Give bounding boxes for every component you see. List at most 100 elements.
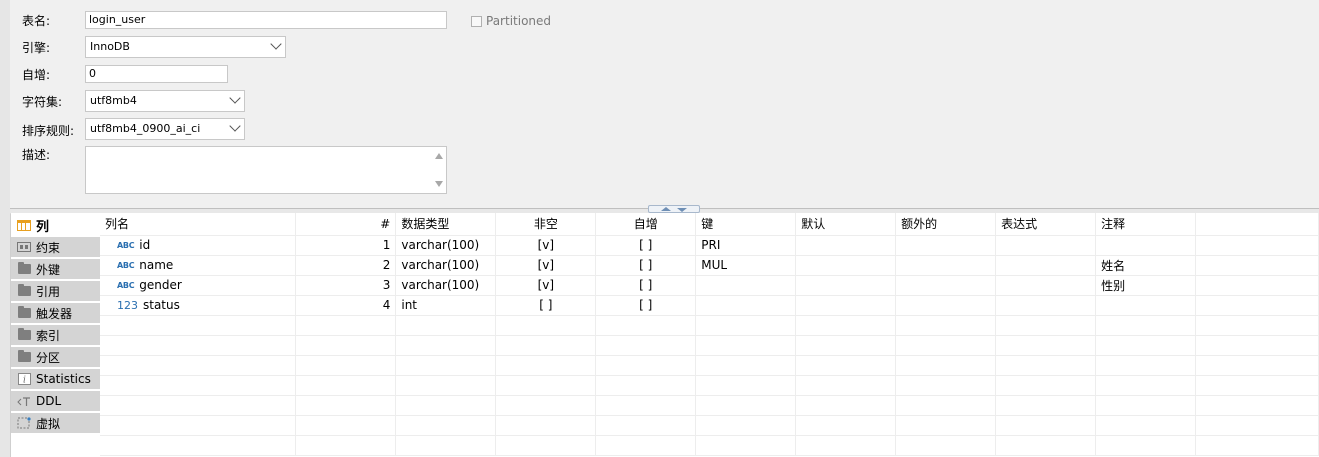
partitioned-checkbox-box[interactable] <box>471 15 482 27</box>
empty-cell <box>695 435 797 456</box>
header-default[interactable]: 默认 <box>795 213 897 236</box>
cell-data-type[interactable]: varchar(100) <box>395 235 497 256</box>
empty-cell <box>795 335 897 356</box>
charset-value: utf8mb4 <box>90 94 137 107</box>
cell-auto-increment[interactable]: [ ] <box>595 295 697 316</box>
cell-extra[interactable] <box>895 295 997 316</box>
empty-cell <box>1095 375 1197 396</box>
cell-default[interactable] <box>795 275 897 296</box>
cell-not-null[interactable]: [v] <box>495 235 597 256</box>
cell-column-name[interactable]: ABC id <box>100 235 297 256</box>
scroll-up-icon[interactable] <box>435 153 443 159</box>
collapse-up-icon[interactable] <box>661 207 671 211</box>
cell-auto-increment[interactable]: [ ] <box>595 275 697 296</box>
empty-row <box>100 435 1319 456</box>
info-icon: i <box>17 373 31 385</box>
cell-expression[interactable] <box>995 255 1097 276</box>
cell-key[interactable]: PRI <box>695 235 797 256</box>
description-textarea[interactable] <box>85 146 447 194</box>
empty-cell <box>895 315 997 336</box>
scroll-down-icon[interactable] <box>435 181 443 187</box>
table-name-input[interactable]: login_user <box>85 11 447 29</box>
charset-select[interactable]: utf8mb4 <box>85 90 245 112</box>
partitioned-checkbox[interactable]: Partitioned <box>471 14 551 28</box>
tab-virtual[interactable]: 虚拟 <box>11 413 100 433</box>
empty-cell <box>795 395 897 416</box>
header-not-null[interactable]: 非空 <box>495 213 597 236</box>
cell-column-name[interactable]: 123 status <box>100 295 297 316</box>
header-extra[interactable]: 额外的 <box>895 213 997 236</box>
empty-cell <box>795 355 897 376</box>
column-name: id <box>139 238 151 252</box>
cell-extra[interactable] <box>895 275 997 296</box>
cell-auto-increment[interactable]: [ ] <box>595 255 697 276</box>
empty-cell <box>1195 355 1319 376</box>
cell-column-name[interactable]: ABC gender <box>100 275 297 296</box>
cell-auto-increment[interactable]: [ ] <box>595 235 697 256</box>
table-row[interactable]: ABC name 2 varchar(100) [v][ ] MUL 姓名 <box>100 255 1319 276</box>
cell-extra[interactable] <box>895 255 997 276</box>
tab-partitions[interactable]: 分区 <box>11 347 100 367</box>
cell-not-null[interactable]: [v] <box>495 275 597 296</box>
header-auto-increment[interactable]: 自增 <box>595 213 697 236</box>
cell-not-null[interactable]: [v] <box>495 255 597 276</box>
cell-key[interactable]: MUL <box>695 255 797 276</box>
header-ordinal[interactable]: # <box>295 213 397 236</box>
header-data-type[interactable]: 数据类型 <box>395 213 497 236</box>
empty-cell <box>100 335 297 356</box>
cell-extra[interactable] <box>895 235 997 256</box>
cell-data-type[interactable]: varchar(100) <box>395 275 497 296</box>
empty-cell <box>995 335 1097 356</box>
cell-default[interactable] <box>795 255 897 276</box>
cell-expression[interactable] <box>995 275 1097 296</box>
cell-key[interactable] <box>695 275 797 296</box>
cell-default[interactable] <box>795 235 897 256</box>
cell-expression[interactable] <box>995 295 1097 316</box>
header-column-name[interactable]: 列名 <box>100 213 297 236</box>
cell-filler <box>1195 275 1319 296</box>
empty-cell <box>995 315 1097 336</box>
cell-filler <box>1195 235 1319 256</box>
expand-down-icon[interactable] <box>677 208 687 212</box>
cell-filler <box>1195 295 1319 316</box>
header-filler <box>1195 213 1319 236</box>
header-expression[interactable]: 表达式 <box>995 213 1097 236</box>
splitter-handle[interactable] <box>648 205 700 213</box>
tab-foreign-keys[interactable]: 外键 <box>11 259 100 279</box>
header-comment[interactable]: 注释 <box>1095 213 1197 236</box>
empty-cell <box>795 315 897 336</box>
header-key[interactable]: 键 <box>695 213 797 236</box>
cell-comment[interactable]: 姓名 <box>1095 255 1197 276</box>
engine-value: InnoDB <box>90 40 130 53</box>
table-row[interactable]: ABC gender 3 varchar(100) [v][ ] 性别 <box>100 275 1319 296</box>
empty-cell <box>395 355 497 376</box>
cell-comment[interactable] <box>1095 235 1197 256</box>
tab-triggers[interactable]: 触发器 <box>11 303 100 323</box>
tab-references[interactable]: 引用 <box>11 281 100 301</box>
cell-not-null[interactable]: [ ] <box>495 295 597 316</box>
cell-expression[interactable] <box>995 235 1097 256</box>
tab-statistics[interactable]: i Statistics <box>11 369 100 389</box>
table-row[interactable]: 123 status 4 int[ ][ ] <box>100 295 1319 316</box>
cell-data-type[interactable]: varchar(100) <box>395 255 497 276</box>
cell-comment[interactable] <box>1095 295 1197 316</box>
cell-ordinal[interactable]: 4 <box>295 295 397 316</box>
cell-data-type[interactable]: int <box>395 295 497 316</box>
tab-indexes[interactable]: 索引 <box>11 325 100 345</box>
cell-ordinal[interactable]: 1 <box>295 235 397 256</box>
empty-cell <box>395 315 497 336</box>
collation-select[interactable]: utf8mb4_0900_ai_ci <box>85 118 245 140</box>
cell-ordinal[interactable]: 3 <box>295 275 397 296</box>
cell-key[interactable] <box>695 295 797 316</box>
cell-default[interactable] <box>795 295 897 316</box>
cell-column-name[interactable]: ABC name <box>100 255 297 276</box>
auto-increment-input[interactable]: 0 <box>85 65 228 83</box>
tab-constraints[interactable]: 约束 <box>11 237 100 257</box>
tab-ddl[interactable]: DDL <box>11 391 100 411</box>
table-row[interactable]: ABC id 1 varchar(100) [v][ ] PRI <box>100 235 1319 256</box>
cell-ordinal[interactable]: 2 <box>295 255 397 276</box>
empty-cell <box>495 435 597 456</box>
engine-select[interactable]: InnoDB <box>85 36 286 58</box>
cell-comment[interactable]: 性别 <box>1095 275 1197 296</box>
tab-columns[interactable]: 列 <box>11 215 100 235</box>
